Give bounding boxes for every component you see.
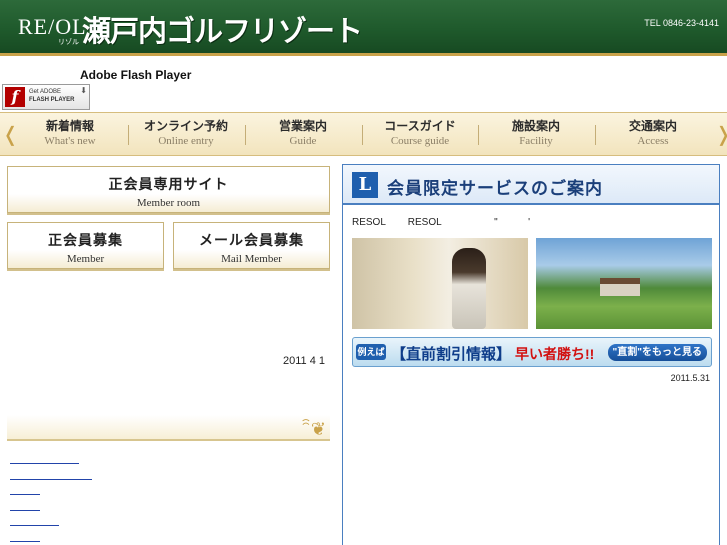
woman-photo[interactable] <box>352 238 528 329</box>
download-arrow-icon: ⬇ <box>80 86 87 95</box>
phone-number: TEL 0846-23-4141 <box>644 18 719 28</box>
news-date: 2011 4 1 <box>283 355 326 367</box>
nav-right-ornament-icon: ❭ <box>715 117 727 153</box>
nav-access[interactable]: 交通案内 Access <box>595 119 711 151</box>
news-link[interactable] <box>10 463 79 464</box>
mail-member-label: メール会員募集 <box>199 233 304 249</box>
nav-left-ornament-icon: ❬ <box>2 124 19 146</box>
banner-tag: 例えば <box>356 344 386 360</box>
logo-text: RE/OL <box>18 14 87 39</box>
golf-course-photo[interactable] <box>536 238 712 329</box>
nav-label-en: Guide <box>289 135 317 147</box>
news-link[interactable] <box>10 525 59 526</box>
section-divider: ꩰ❦ <box>7 415 330 441</box>
flash-f-icon: f <box>5 87 25 107</box>
flash-button-line1: Get ADOBE <box>29 89 62 95</box>
panel-title: 会員限定サービスのご案内 <box>387 179 603 199</box>
mail-member-button[interactable]: メール会員募集 Mail Member <box>173 222 330 269</box>
nav-course-guide[interactable]: コースガイド Course guide <box>362 119 478 151</box>
news-link[interactable] <box>10 510 40 511</box>
member-recruit-sublabel: Member <box>66 253 105 265</box>
nav-label-jp: 交通案内 <box>628 119 677 133</box>
banner-main-text: 【直前割引情報】 <box>391 345 512 363</box>
member-room-button[interactable]: 正会員専用サイト Member room <box>7 166 330 213</box>
mail-member-sublabel: Mail Member <box>221 253 282 265</box>
person-figure-icon <box>452 248 486 329</box>
nav-label-en: Course guide <box>390 135 450 147</box>
panel-date: 2011.5.31 <box>670 373 710 383</box>
flash-player-label: Adobe Flash Player <box>80 68 192 82</box>
site-title[interactable]: 瀬戸内ゴルフリゾート <box>82 8 363 50</box>
member-room-label: 正会員専用サイト <box>108 177 229 193</box>
banner-hot-text: 早い者勝ち!! <box>515 346 595 362</box>
nav-facility[interactable]: 施設案内 Facility <box>478 119 594 151</box>
nav-label-jp: オンライン予約 <box>143 119 228 133</box>
nav-label-en: Access <box>637 135 669 147</box>
member-service-panel: L 会員限定サービスのご案内 RESOL RESOL " ' 例えば 【直前割引… <box>342 164 720 545</box>
site-header: RE/OL リゾル 瀬戸内ゴルフリゾート TEL 0846-23-4141 <box>0 0 727 56</box>
main-nav: ❬ 新着情報 What's new オンライン予約 Online entry 営… <box>0 112 727 156</box>
clubhouse-icon <box>600 278 640 296</box>
nav-label-jp: 施設案内 <box>511 119 560 133</box>
news-link[interactable] <box>10 541 40 542</box>
nav-label-en: What's new <box>44 135 96 147</box>
resol-l-icon: L <box>352 172 378 198</box>
get-flash-button[interactable]: f Get ADOBE FLASH PLAYER ⬇ <box>2 84 90 110</box>
nav-label-jp: 営業案内 <box>278 119 327 133</box>
news-link[interactable] <box>10 494 40 495</box>
nav-whats-new[interactable]: 新着情報 What's new <box>12 119 128 151</box>
nav-label-jp: 新着情報 <box>45 119 94 133</box>
nav-label-en: Facility <box>519 135 553 147</box>
last-minute-discount-banner[interactable]: 例えば 【直前割引情報】 早い者勝ち!! "直割"をもっと見る <box>352 337 712 367</box>
member-recruit-label: 正会員募集 <box>48 233 123 249</box>
member-recruit-button[interactable]: 正会員募集 Member <box>7 222 164 269</box>
nav-label-jp: コースガイド <box>384 119 456 133</box>
news-link[interactable] <box>10 479 92 480</box>
nav-label-en: Online entry <box>158 135 214 147</box>
panel-header: L 会員限定サービスのご案内 <box>343 165 719 205</box>
nav-online-entry[interactable]: オンライン予約 Online entry <box>128 119 244 151</box>
nav-guide[interactable]: 営業案内 Guide <box>245 119 361 151</box>
resol-logo[interactable]: RE/OL リゾル <box>18 14 87 47</box>
member-room-sublabel: Member room <box>136 197 201 209</box>
flash-button-line2: FLASH PLAYER <box>29 97 75 103</box>
swirl-ornament-icon: ꩰ❦ <box>310 419 326 440</box>
see-more-button[interactable]: "直割"をもっと見る <box>607 344 707 361</box>
panel-intro-text: RESOL RESOL " ' <box>352 217 531 228</box>
